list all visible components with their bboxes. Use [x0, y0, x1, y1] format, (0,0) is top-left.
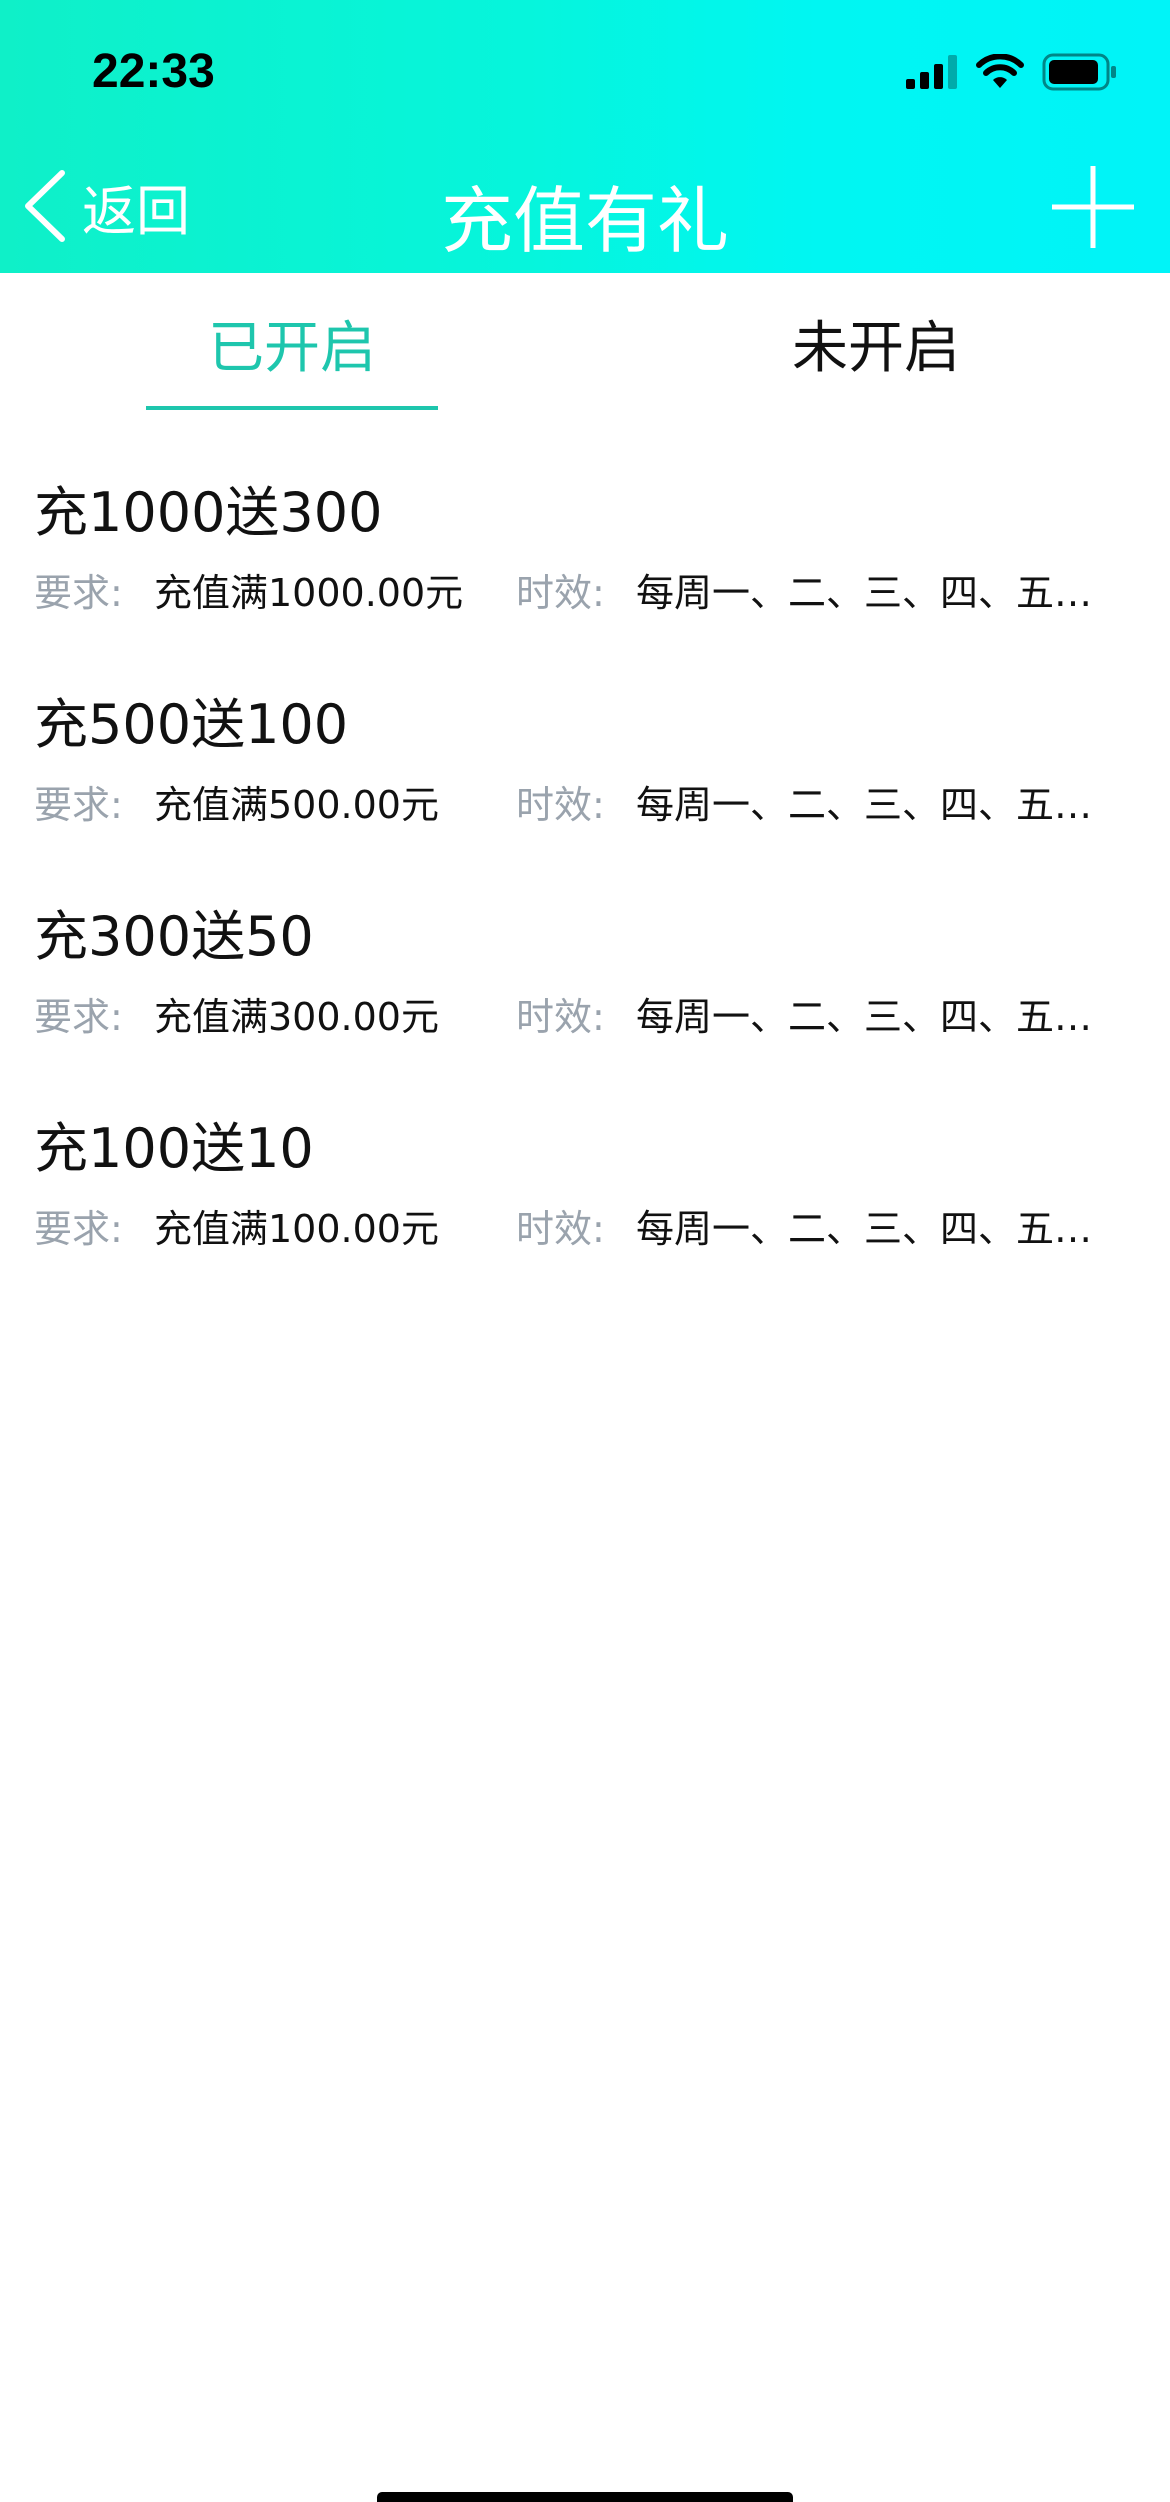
requirement-value: 充值满500.00元	[154, 783, 439, 827]
validity-value: 每周一、二、三、四、五…	[636, 995, 1093, 1039]
back-button[interactable]: 返回	[22, 166, 190, 246]
wifi-icon	[976, 54, 1024, 88]
requirement-value: 充值满300.00元	[154, 995, 439, 1039]
list-item[interactable]: 充500送100 要求: 充值满500.00元 时效: 每周一、二、三、四、五…	[0, 662, 1170, 874]
plus-icon	[1052, 166, 1134, 248]
validity-label: 时效:	[516, 783, 605, 827]
active-tab-underline	[146, 406, 438, 410]
tab-enabled[interactable]: 已开启	[146, 273, 438, 413]
status-time: 22:33	[92, 45, 215, 98]
item-meta: 要求: 充值满300.00元 时效: 每周一、二、三、四、五…	[34, 986, 1144, 1039]
validity-value: 每周一、二、三、四、五…	[636, 783, 1093, 827]
item-meta: 要求: 充值满1000.00元 时效: 每周一、二、三、四、五…	[34, 562, 1144, 615]
requirement-label: 要求:	[34, 783, 123, 827]
item-meta: 要求: 充值满500.00元 时效: 每周一、二、三、四、五…	[34, 774, 1144, 827]
tab-disabled[interactable]: 未开启	[730, 273, 1022, 413]
list-item[interactable]: 充300送50 要求: 充值满300.00元 时效: 每周一、二、三、四、五…	[0, 874, 1170, 1086]
validity-value: 每周一、二、三、四、五…	[636, 1207, 1093, 1251]
cellular-signal-icon	[906, 55, 957, 89]
item-title: 充300送50	[34, 905, 314, 968]
back-label: 返回	[82, 179, 190, 243]
battery-icon	[1042, 53, 1116, 91]
tab-bar: 已开启 未开启	[0, 273, 1170, 413]
requirement-value: 充值满1000.00元	[154, 571, 464, 615]
requirement-label: 要求:	[34, 571, 123, 615]
home-indicator[interactable]	[377, 2492, 793, 2502]
validity-label: 时效:	[516, 571, 605, 615]
status-bar: 22:33	[0, 0, 1170, 140]
list-item[interactable]: 充100送10 要求: 充值满100.00元 时效: 每周一、二、三、四、五…	[0, 1086, 1170, 1298]
requirement-value: 充值满100.00元	[154, 1207, 439, 1251]
chevron-left-icon	[25, 170, 65, 242]
requirement-label: 要求:	[34, 995, 123, 1039]
item-title: 充500送100	[34, 693, 349, 756]
page: 22:33 返回 充值有礼 已开启 未开启 充1000送300 要求: 充值满1…	[0, 0, 1170, 2502]
add-button[interactable]	[1050, 164, 1136, 250]
requirement-label: 要求:	[34, 1207, 123, 1251]
validity-label: 时效:	[516, 995, 605, 1039]
item-title: 充100送10	[34, 1117, 314, 1180]
status-icons	[906, 52, 1118, 92]
validity-label: 时效:	[516, 1207, 605, 1251]
validity-value: 每周一、二、三、四、五…	[636, 571, 1093, 615]
header: 22:33 返回 充值有礼	[0, 0, 1170, 273]
promotion-list: 充1000送300 要求: 充值满1000.00元 时效: 每周一、二、三、四、…	[0, 450, 1170, 1298]
item-title: 充1000送300	[34, 481, 383, 544]
navbar: 返回 充值有礼	[0, 140, 1170, 273]
item-meta: 要求: 充值满100.00元 时效: 每周一、二、三、四、五…	[34, 1198, 1144, 1251]
list-item[interactable]: 充1000送300 要求: 充值满1000.00元 时效: 每周一、二、三、四、…	[0, 450, 1170, 662]
